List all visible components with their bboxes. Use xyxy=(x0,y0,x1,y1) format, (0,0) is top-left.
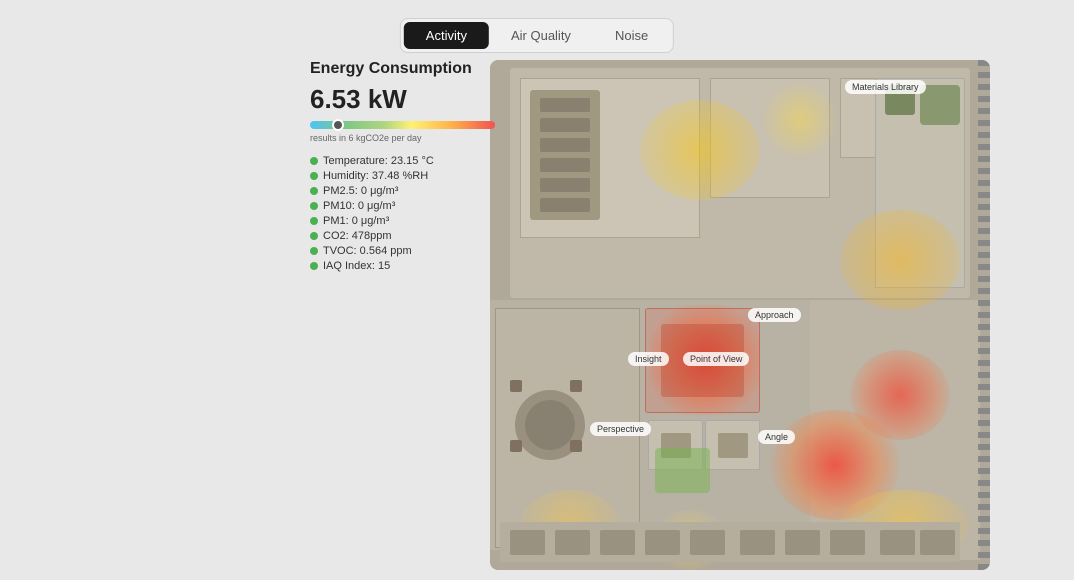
sensor-item: PM2.5: 0 μg/m³ xyxy=(310,185,495,197)
sensor-item: Temperature: 23.15 °C xyxy=(310,155,495,167)
main-container: Activity Air Quality Noise Energy Consum… xyxy=(0,0,1074,580)
sensor-item: TVOC: 0.564 ppm xyxy=(310,245,495,257)
sensor-item: CO2: 478ppm xyxy=(310,230,495,242)
sensor-dot xyxy=(310,262,318,270)
sensor-dot xyxy=(310,157,318,165)
sensor-dot xyxy=(310,202,318,210)
sensor-item: PM10: 0 μg/m³ xyxy=(310,200,495,212)
sensor-dot xyxy=(310,232,318,240)
label-perspective: Perspective xyxy=(590,422,651,436)
energy-panel: Energy Consumption 6.53 kW results in 6 … xyxy=(310,60,495,275)
sensor-dot xyxy=(310,217,318,225)
sensor-item: PM1: 0 μg/m³ xyxy=(310,215,495,227)
label-approach: Approach xyxy=(748,308,801,322)
sensor-item: IAQ Index: 15 xyxy=(310,260,495,272)
floorplan-bg: Materials Library Approach Insight Point… xyxy=(490,60,990,570)
sensor-list: Temperature: 23.15 °C Humidity: 37.48 %RH… xyxy=(310,155,495,272)
label-point-of-view: Point of View xyxy=(683,352,749,366)
tab-bar: Activity Air Quality Noise xyxy=(400,18,674,53)
label-angle: Angle xyxy=(758,430,795,444)
tab-activity[interactable]: Activity xyxy=(404,22,489,49)
sensor-dot xyxy=(310,187,318,195)
label-materials-library: Materials Library xyxy=(845,80,926,94)
energy-bar xyxy=(310,121,495,129)
energy-value: 6.53 kW xyxy=(310,84,495,115)
energy-title: Energy Consumption xyxy=(310,60,495,78)
sensor-item: Humidity: 37.48 %RH xyxy=(310,170,495,182)
tab-noise[interactable]: Noise xyxy=(593,22,670,49)
sensor-dot xyxy=(310,247,318,255)
energy-bar-indicator xyxy=(332,119,344,131)
energy-subtitle: results in 6 kgCO2e per day xyxy=(310,133,495,143)
tab-air-quality[interactable]: Air Quality xyxy=(489,22,593,49)
floorplan-wrapper: Materials Library Approach Insight Point… xyxy=(490,60,990,570)
label-insight: Insight xyxy=(628,352,669,366)
sensor-dot xyxy=(310,172,318,180)
